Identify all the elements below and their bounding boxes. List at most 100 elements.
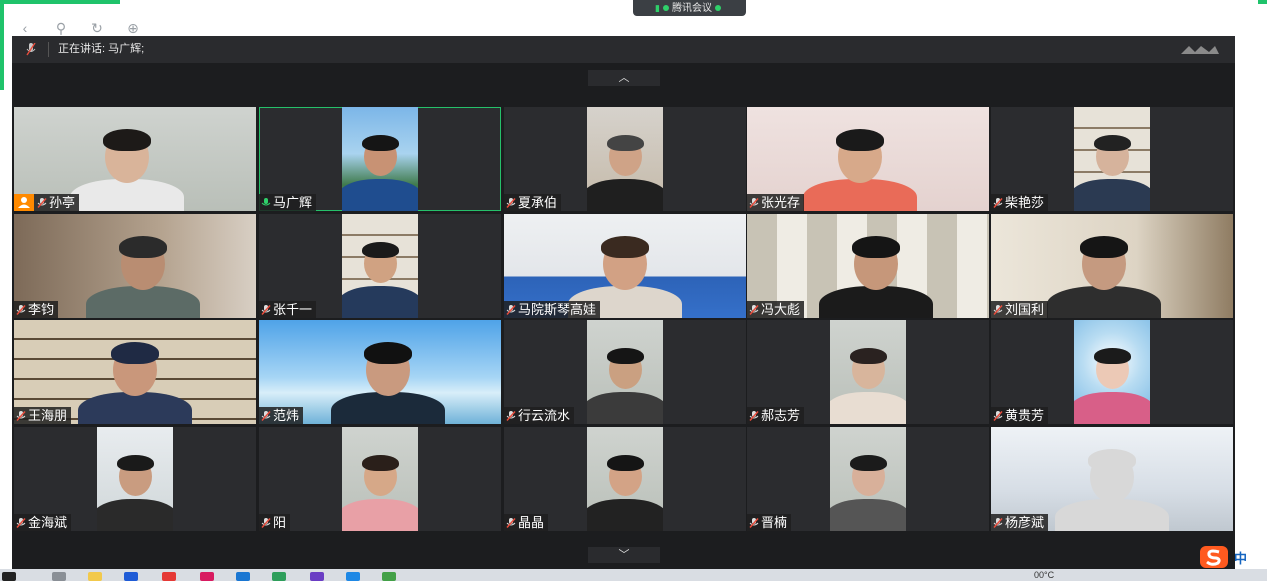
figure-hair	[116, 455, 154, 472]
figure-hair	[849, 455, 887, 472]
status-dot-icon	[714, 5, 721, 12]
tencent-meeting-logo	[1181, 46, 1219, 54]
figure-hair	[361, 242, 399, 259]
participant-figure	[587, 427, 663, 531]
browser-nav: ‹ ⚲ ↻ ⊕	[16, 20, 142, 37]
participant-name: 阳	[273, 515, 287, 530]
mic-muted-icon	[16, 518, 26, 528]
mic-muted-icon[interactable]	[26, 43, 36, 56]
participant-tile[interactable]: 柴艳莎	[991, 107, 1233, 211]
participant-tile[interactable]: 杨彦斌	[991, 427, 1233, 531]
participant-tile[interactable]: 孙亭	[14, 107, 256, 211]
accent-mark	[0, 0, 4, 90]
figure-body	[342, 179, 418, 211]
participant-tile[interactable]: 夏承伯	[504, 107, 746, 211]
participant-name: 孙亭	[49, 195, 76, 210]
mic-muted-icon	[749, 198, 759, 208]
participant-tile[interactable]: 刘国利	[991, 214, 1233, 318]
participant-tile[interactable]: 晋楠	[747, 427, 989, 531]
figure-body	[69, 179, 185, 211]
app-icon[interactable]	[272, 572, 286, 581]
participant-name-label: 张光存	[747, 194, 805, 211]
mic-muted-icon	[749, 305, 759, 315]
app-icon[interactable]	[162, 572, 176, 581]
refresh-icon[interactable]: ↻	[88, 20, 106, 37]
ime-mode-indicator[interactable]: 中	[1234, 548, 1247, 567]
participant-name-label: 冯大彪	[747, 301, 805, 318]
participant-tile[interactable]: 李钧	[14, 214, 256, 318]
meeting-app-icon[interactable]	[382, 572, 396, 581]
participant-name-label: 黄贵芳	[991, 407, 1049, 424]
participant-tile[interactable]: 王海朋	[14, 320, 256, 424]
divider	[48, 42, 49, 57]
figure-hair	[606, 135, 644, 152]
participant-tile[interactable]: 马广辉	[259, 107, 501, 211]
accent-mark	[0, 0, 120, 4]
participant-name: 黄贵芳	[1005, 408, 1045, 423]
host-avatar-icon	[14, 194, 34, 211]
participant-tile[interactable]: 冯大彪	[747, 214, 989, 318]
participant-name: 马院斯琴高娃	[518, 302, 597, 317]
participant-name: 柴艳莎	[1005, 195, 1045, 210]
participant-name-label: 马院斯琴高娃	[504, 301, 601, 318]
figure-hair	[1088, 449, 1136, 471]
mic-muted-icon	[993, 198, 1003, 208]
app-icon[interactable]	[310, 572, 324, 581]
figure-hair	[364, 342, 412, 364]
participant-name-label: 马广辉	[259, 194, 317, 211]
participant-name-label: 晋楠	[747, 514, 792, 531]
participant-tile[interactable]: 张千一	[259, 214, 501, 318]
participant-tile[interactable]: 黄贵芳	[991, 320, 1233, 424]
participant-tile[interactable]: 张光存	[747, 107, 989, 211]
mic-muted-icon	[993, 305, 1003, 315]
sogou-ime-icon[interactable]	[1200, 546, 1228, 568]
participant-tile[interactable]: 晶晶	[504, 427, 746, 531]
search-icon[interactable]	[52, 572, 66, 581]
figure-body	[1054, 499, 1170, 531]
page-up-button[interactable]: ︿	[588, 70, 660, 86]
participant-tile[interactable]: 马院斯琴高娃	[504, 214, 746, 318]
participant-name: 冯大彪	[761, 302, 801, 317]
mic-muted-icon	[506, 305, 516, 315]
link-icon[interactable]: ⚲	[52, 20, 70, 37]
participant-figure	[587, 320, 663, 424]
figure-hair	[601, 236, 649, 258]
video-feed	[97, 427, 173, 531]
folder-icon[interactable]	[88, 572, 102, 581]
video-feed	[1074, 320, 1150, 424]
meeting-pill[interactable]: ▮ 腾讯会议	[633, 0, 746, 16]
app-icon[interactable]	[124, 572, 138, 581]
video-feed	[830, 427, 906, 531]
globe-icon[interactable]: ⊕	[124, 20, 142, 37]
participant-figure	[1074, 320, 1150, 424]
participant-tile[interactable]: 金海斌	[14, 427, 256, 531]
participant-name-label: 李钧	[14, 301, 59, 318]
participant-name-label: 阳	[259, 514, 291, 531]
video-feed	[342, 427, 418, 531]
back-icon[interactable]: ‹	[16, 20, 34, 37]
start-icon[interactable]	[2, 572, 16, 581]
app-icon[interactable]	[346, 572, 360, 581]
participant-tile[interactable]: 郝志芳	[747, 320, 989, 424]
participant-name: 马广辉	[273, 195, 313, 210]
participant-name: 张光存	[761, 195, 801, 210]
participant-tile[interactable]: 行云流水	[504, 320, 746, 424]
figure-body	[587, 179, 663, 211]
video-feed	[587, 320, 663, 424]
mic-muted-icon	[506, 518, 516, 528]
participant-tile[interactable]: 范炜	[259, 320, 501, 424]
app-icon[interactable]	[200, 572, 214, 581]
participant-name-label: 孙亭	[14, 194, 80, 211]
figure-body	[97, 499, 173, 531]
page-down-button[interactable]: ﹀	[588, 547, 660, 563]
participant-name: 王海朋	[28, 408, 68, 423]
window-title-bar: 正在讲话: 马广辉;	[12, 36, 1235, 63]
participant-tile[interactable]: 阳	[259, 427, 501, 531]
signal-icon: ▮	[655, 3, 660, 13]
participant-figure	[587, 107, 663, 211]
participant-name: 金海斌	[28, 515, 68, 530]
participant-name-label: 刘国利	[991, 301, 1049, 318]
figure-hair	[852, 236, 900, 258]
figure-body	[802, 179, 918, 211]
app-icon[interactable]	[236, 572, 250, 581]
